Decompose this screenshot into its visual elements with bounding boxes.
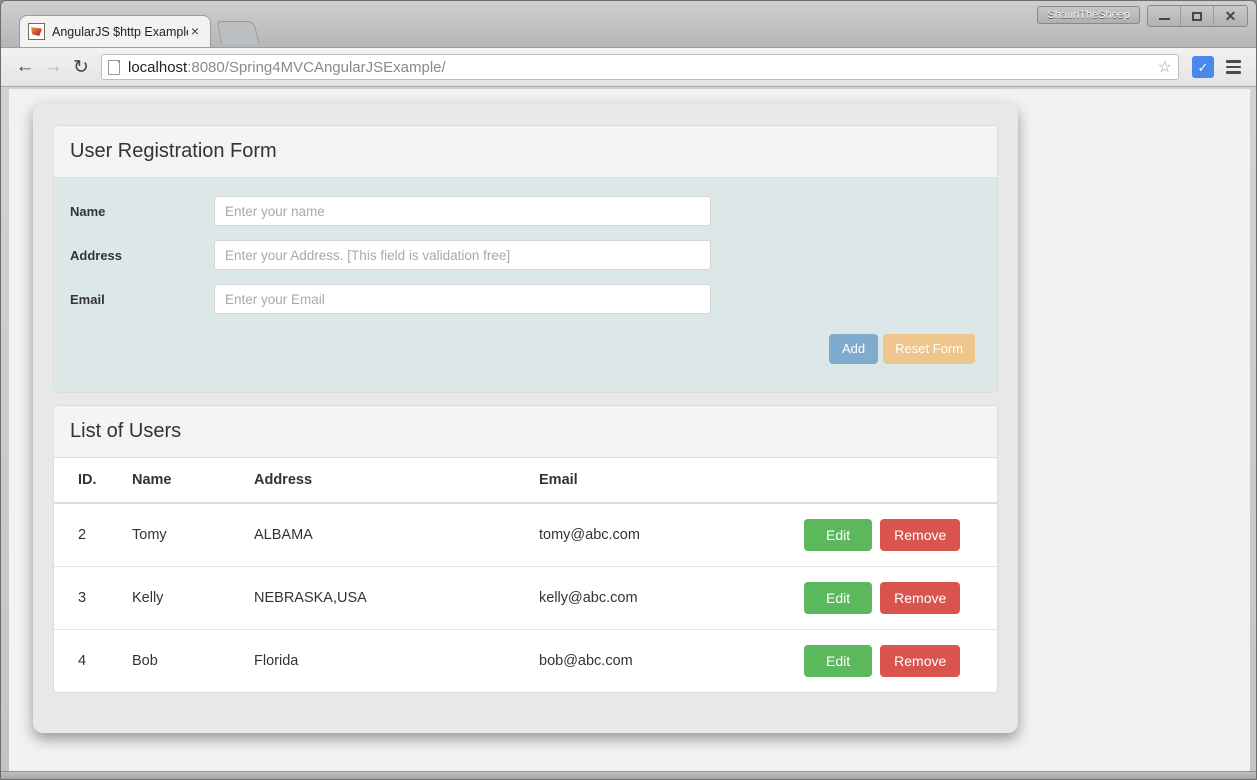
new-tab-button[interactable] <box>216 21 260 45</box>
cell-email: kelly@abc.com <box>531 566 796 630</box>
remove-button[interactable]: Remove <box>880 582 961 614</box>
minimize-icon <box>1158 18 1170 20</box>
cell-name: Tomy <box>132 527 167 543</box>
reset-form-button[interactable]: Reset Form <box>883 334 975 364</box>
user-list-panel: List of Users ID. Name Address Email 2 T… <box>53 405 998 693</box>
column-header-email: Email <box>531 458 796 504</box>
reload-button[interactable]: ↻ <box>67 53 95 81</box>
cell-actions: Edit Remove <box>796 629 997 692</box>
users-table-head: ID. Name Address Email <box>54 458 997 504</box>
browser-toolbar: ← → ↻ localhost:8080/Spring4MVCAngularJS… <box>1 47 1256 87</box>
page-container: User Registration Form Name Address Emai… <box>33 103 1018 733</box>
column-header-address: Address <box>246 458 531 504</box>
cell-actions: Edit Remove <box>796 503 997 567</box>
form-row-address: Address <box>54 240 997 270</box>
list-panel-heading: List of Users <box>54 406 997 458</box>
back-button[interactable]: ← <box>11 53 39 81</box>
table-header-row: ID. Name Address Email <box>54 458 997 504</box>
add-button[interactable]: Add <box>828 334 879 364</box>
cell-id: 2 <box>78 527 87 543</box>
address-label: Address <box>70 247 123 263</box>
email-input[interactable] <box>214 284 711 314</box>
extension-icon[interactable]: ✓ <box>1192 56 1214 78</box>
cell-name: Kelly <box>124 566 246 630</box>
list-panel-title: List of Users <box>70 420 182 442</box>
address-input[interactable] <box>214 240 711 270</box>
page-info-icon[interactable] <box>108 59 120 75</box>
form-row-name: Name <box>54 196 997 226</box>
close-window-button[interactable]: ✕ <box>1214 6 1247 26</box>
menu-bar-1 <box>1225 60 1241 63</box>
address-bar[interactable]: localhost:8080/Spring4MVCAngularJSExampl… <box>101 54 1179 80</box>
tab-title: AngularJS $http Example <box>52 24 188 39</box>
cell-email: tomy@abc.com <box>539 527 640 543</box>
column-header-id: ID. <box>54 458 124 504</box>
edit-button[interactable]: Edit <box>804 519 873 551</box>
cell-address: ALBAMA <box>254 527 313 543</box>
form-row-email: Email <box>54 284 997 314</box>
email-label: Email <box>70 291 105 307</box>
edit-button[interactable]: Edit <box>804 582 873 614</box>
forward-button[interactable]: → <box>39 53 67 81</box>
url-text: localhost:8080/Spring4MVCAngularJSExampl… <box>128 59 1152 76</box>
close-icon: ✕ <box>1224 8 1237 24</box>
name-label: Name <box>70 203 106 219</box>
column-header-name: Name <box>124 458 246 504</box>
window-bottom-bar <box>1 771 1256 779</box>
table-row: 4 Bob Florida bob@abc.com Edit Remove <box>54 629 997 692</box>
page-viewport: User Registration Form Name Address Emai… <box>9 89 1250 772</box>
cell-email: bob@abc.com <box>531 629 796 692</box>
browser-tab[interactable]: AngularJS $http Example × <box>19 15 211 47</box>
table-row: 3 Kelly NEBRASKA,USA kelly@abc.com Edit … <box>54 566 997 630</box>
cell-id: 4 <box>54 629 124 692</box>
bookmark-star-icon[interactable]: ☆ <box>1158 57 1172 77</box>
column-header-actions <box>796 458 997 504</box>
angularjs-favicon-icon <box>28 23 45 40</box>
remove-button[interactable]: Remove <box>880 645 961 677</box>
name-input[interactable] <box>214 196 711 226</box>
edit-button[interactable]: Edit <box>804 645 873 677</box>
cell-id: 3 <box>54 566 124 630</box>
browser-window: AngularJS $http Example × ShaunTheSheep … <box>0 0 1257 780</box>
form-panel-body: Name Address Email Add Reset Form <box>54 178 997 392</box>
remove-button[interactable]: Remove <box>880 519 961 551</box>
close-tab-icon[interactable]: × <box>188 24 202 39</box>
url-host: localhost <box>128 58 188 76</box>
window-controls: ✕ <box>1147 5 1248 27</box>
users-table: ID. Name Address Email 2 Tomy ALBAMA tom… <box>54 458 997 692</box>
form-panel-title: User Registration Form <box>70 140 277 162</box>
tab-strip: AngularJS $http Example × ShaunTheSheep … <box>1 1 1256 47</box>
cell-address: Florida <box>246 629 531 692</box>
cell-address: NEBRASKA,USA <box>246 566 531 630</box>
maximize-icon <box>1192 11 1202 21</box>
chrome-menu-icon[interactable] <box>1220 54 1246 80</box>
users-table-body: 2 Tomy ALBAMA tomy@abc.com Edit Remove 3 <box>54 503 997 692</box>
maximize-button[interactable] <box>1181 6 1214 26</box>
cell-name: Bob <box>124 629 246 692</box>
profile-chip[interactable]: ShaunTheSheep <box>1037 6 1140 24</box>
form-panel-heading: User Registration Form <box>54 126 997 178</box>
cell-actions: Edit Remove <box>796 566 997 630</box>
menu-bar-2 <box>1225 65 1241 69</box>
url-path: :8080/Spring4MVCAngularJSExample/ <box>187 58 446 76</box>
minimize-button[interactable] <box>1148 6 1181 26</box>
table-row: 2 Tomy ALBAMA tomy@abc.com Edit Remove <box>54 503 997 567</box>
menu-bar-3 <box>1225 71 1241 74</box>
form-button-row: Add Reset Form <box>54 334 997 364</box>
registration-form-panel: User Registration Form Name Address Emai… <box>53 125 998 393</box>
